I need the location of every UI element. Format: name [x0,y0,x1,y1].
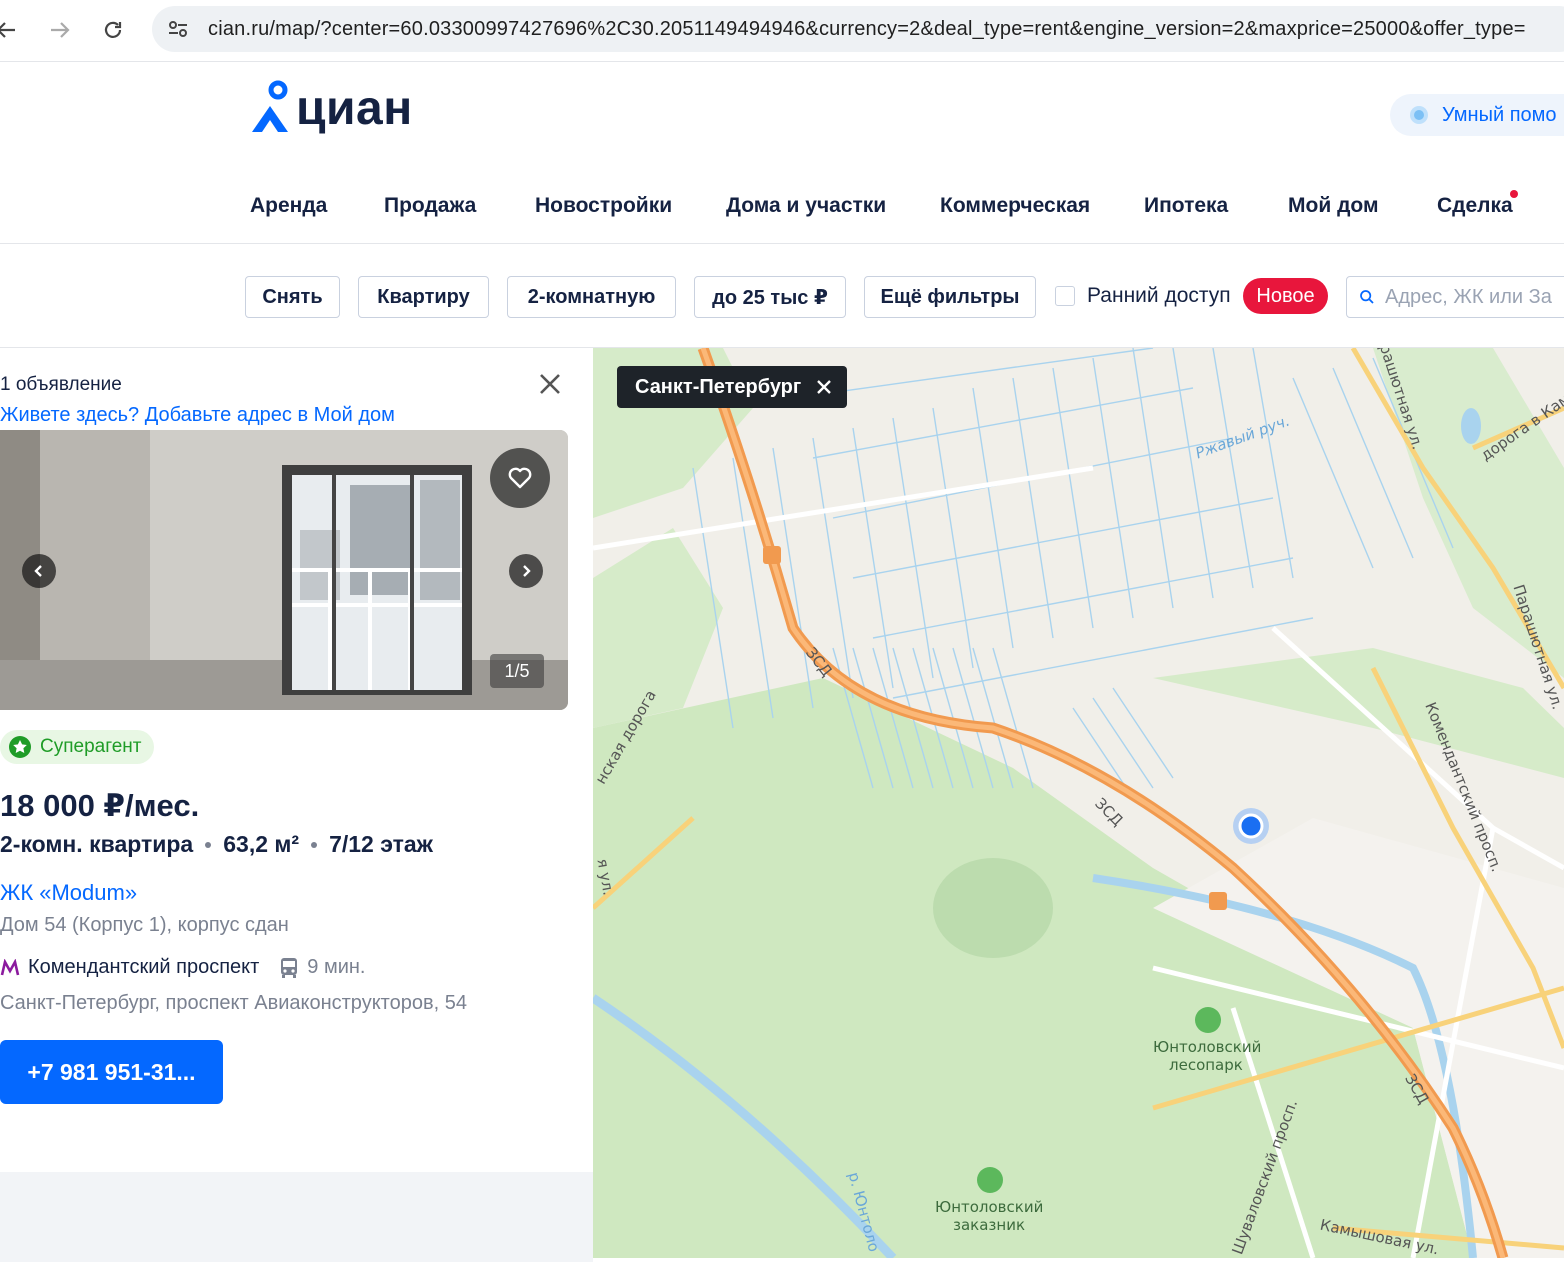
separator-dot [205,841,212,848]
park-pin [1195,1007,1221,1033]
toll-marker [1209,892,1227,910]
map-label-park: Юнтоловский [1153,1038,1262,1056]
filter-rooms[interactable]: 2-комнатную [507,276,676,318]
close-icon[interactable] [815,378,833,396]
reserve-pin [977,1167,1003,1193]
favorite-button[interactable] [490,448,550,508]
listing-address: Санкт-Петербург, проспект Авиаконструкто… [0,992,467,1014]
heart-icon [508,467,532,489]
my-home-link[interactable]: Живете здесь? Добавьте адрес в Мой дом [0,404,395,427]
offers-count: 1 объявление [0,374,122,395]
toll-marker [763,546,781,564]
chevron-left-icon [34,565,42,577]
photo-next-button[interactable] [509,554,543,588]
reload-button[interactable] [95,12,131,48]
green-area [1153,648,1564,778]
notification-dot [1510,190,1518,198]
nav-item-rent[interactable]: Аренда [250,194,327,218]
filter-bar: Снять Квартиру 2-комнатную до 25 тыс ₽ Е… [0,244,1564,348]
listing-panel: 1 объявление Живете здесь? Добавьте адре… [0,348,593,1262]
listing-price: 18 000 ₽/мес. [0,788,200,823]
star-badge-icon [9,736,31,758]
city-filter-chip[interactable]: Санкт-Петербург [617,366,848,408]
superagent-label: Суперагент [40,736,142,757]
listing-rooms: 2-комн. квартира [0,831,194,857]
smart-assistant-button[interactable]: Умный помо [1390,94,1564,136]
metro-time: 9 мин. [307,956,366,978]
panel-footer [0,1172,593,1262]
filter-object-type[interactable]: Квартиру [358,276,489,318]
house-info: Дом 54 (Корпус 1), корпус сдан [0,914,289,936]
url-text: cian.ru/map/?center=60.03300997427696%2C… [208,18,1526,40]
early-access-checkbox[interactable] [1055,286,1075,306]
map-label-park: лесопарк [1169,1056,1243,1074]
map-area[interactable]: ЗСД ЗСД ЗСД Ржавый руч. Парашютная ул. П… [593,348,1564,1258]
close-panel-icon[interactable] [536,370,564,398]
search-box[interactable] [1346,276,1564,318]
transport-time: 9 мин. [279,956,365,979]
bus-icon [281,957,298,978]
map-label-reserve: заказник [953,1216,1026,1234]
nav-item-mortgage[interactable]: Ипотека [1144,194,1228,218]
map-label-reserve: Юнтоловский [935,1198,1044,1216]
nav-item-newbuildings[interactable]: Новостройки [535,194,672,218]
listing-photo[interactable]: 1/5 [0,430,568,710]
search-icon [1360,290,1374,304]
filter-price[interactable]: до 25 тыс ₽ [694,276,846,318]
listing-area: 63,2 м² [223,831,300,857]
green-area [933,858,1053,958]
nav-item-my-home[interactable]: Мой дом [1288,194,1378,218]
new-badge: Новое [1243,278,1328,314]
location-dot [1238,813,1264,839]
nav-item-commercial[interactable]: Коммерческая [940,194,1090,218]
assistant-gem-icon [1410,106,1428,124]
search-input[interactable] [1385,285,1564,309]
separator-dot [311,841,318,848]
superagent-badge: Суперагент [0,730,154,764]
city-chip-label: Санкт-Петербург [635,375,802,398]
listing-specs: 2-комн. квартира 63,2 м² 7/12 этаж [0,831,433,858]
forward-arrow-icon [51,22,70,38]
assistant-label: Умный помо [1442,103,1557,126]
reload-icon [104,21,122,38]
pond [1461,408,1481,444]
back-arrow-icon [0,22,15,38]
photo-counter: 1/5 [490,654,544,688]
early-access-label[interactable]: Ранний доступ [1087,284,1231,308]
filter-more[interactable]: Ещё фильтры [864,276,1036,318]
metro-station: Комендантский проспект [28,956,260,978]
forward-button[interactable] [42,12,78,48]
cian-logo-icon [252,80,288,132]
site-settings-icon[interactable] [166,17,190,41]
address-bar[interactable]: cian.ru/map/?center=60.03300997427696%2C… [152,6,1564,52]
cian-logo[interactable]: циан [250,78,413,138]
browser-toolbar: cian.ru/map/?center=60.03300997427696%2C… [0,0,1564,62]
back-button[interactable] [0,12,24,48]
photo-prev-button[interactable] [22,554,56,588]
metro-info: Комендантский проспект 9 мин. [0,956,365,979]
logo-text: циан [296,81,413,135]
nav-item-sale[interactable]: Продажа [384,194,476,218]
residential-complex-link[interactable]: ЖК «Modum» [0,880,137,906]
room-photo [0,430,568,710]
metro-icon [0,958,20,975]
filter-deal-type[interactable]: Снять [245,276,340,318]
show-phone-button[interactable]: +7 981 951-31... [0,1040,223,1104]
chevron-right-icon [523,565,531,577]
main-navigation: Аренда Продажа Новостройки Дома и участк… [0,170,1564,244]
listing-floor: 7/12 этаж [329,831,433,857]
map-canvas [593,348,1564,1258]
nav-item-deal[interactable]: Сделка [1437,194,1513,218]
nav-item-houses[interactable]: Дома и участки [726,194,886,218]
